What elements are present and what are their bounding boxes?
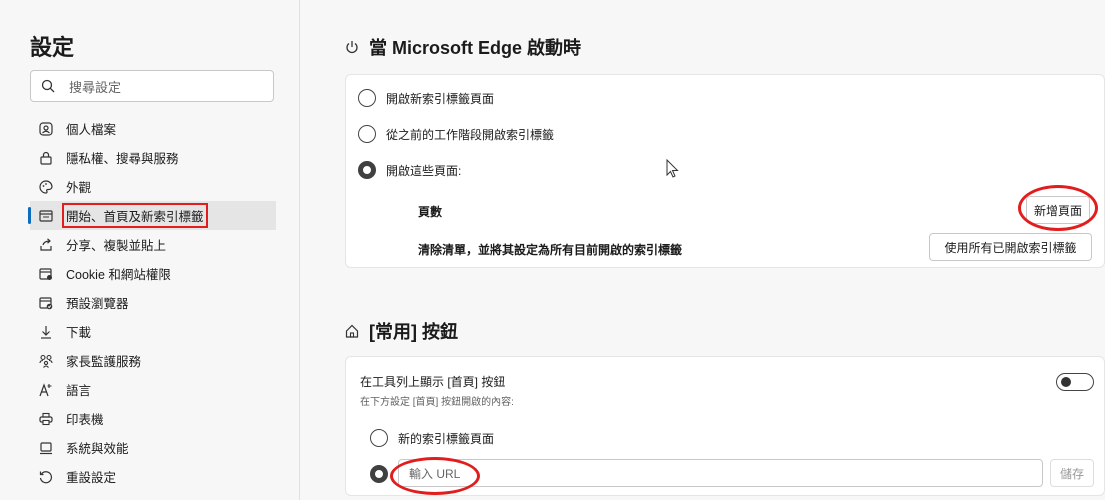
startup-section-heading: 當 Microsoft Edge 啟動時	[345, 34, 581, 60]
sidebar-item-label: Cookie 和網站權限	[66, 268, 171, 282]
radio-button[interactable]	[370, 429, 388, 447]
sidebar-item-label: 預設瀏覽器	[66, 297, 129, 311]
language-icon	[38, 382, 54, 398]
sidebar-item-appearance[interactable]: 外觀	[30, 172, 276, 201]
palette-icon	[38, 179, 54, 195]
annotation-circle	[390, 457, 480, 495]
toggle-knob	[1061, 377, 1071, 387]
sidebar-item-start-home-newtab[interactable]: 開始、首頁及新索引標籤	[28, 201, 276, 230]
sidebar-item-label: 個人檔案	[66, 123, 117, 137]
download-icon	[38, 324, 54, 340]
startup-card: 開啟新索引標籤頁面 從之前的工作階段開啟索引標籤 開啟這些頁面: 頁數 新增頁面…	[345, 74, 1105, 268]
annotation-highlight-box: 開始、首頁及新索引標籤	[62, 203, 208, 228]
sidebar-item-label: 開始、首頁及新索引標籤	[66, 210, 204, 224]
settings-sidebar: 設定 搜尋設定 個人檔案 隱私權、搜尋與服務 外觀 開始、首頁及新索引標籤 分享…	[0, 0, 300, 500]
home-option-label: 新的索引標籤頁面	[398, 431, 495, 446]
sidebar-item-downloads[interactable]: 下載	[30, 317, 276, 346]
startup-option-specific-pages[interactable]: 開啟這些頁面:	[358, 161, 461, 179]
show-home-button-description: 在下方設定 [首頁] 按鈕開啟的內容:	[360, 397, 514, 408]
startup-option-previous-session[interactable]: 從之前的工作階段開啟索引標籤	[358, 125, 554, 143]
profile-icon	[38, 121, 54, 137]
startup-option-label: 開啟這些頁面:	[386, 163, 462, 178]
sidebar-item-label: 印表機	[66, 413, 104, 427]
search-settings-input[interactable]: 搜尋設定	[30, 70, 274, 102]
home-url-input[interactable]: 輸入 URL	[398, 459, 1043, 487]
sidebar-item-printers[interactable]: 印表機	[30, 404, 276, 433]
startup-option-label: 開啟新索引標籤頁面	[386, 91, 495, 106]
default-browser-icon	[38, 295, 54, 311]
save-button[interactable]: 儲存	[1050, 459, 1094, 487]
sidebar-item-system[interactable]: 系統與效能	[30, 433, 276, 462]
sidebar-item-family[interactable]: 家長監護服務	[30, 346, 276, 375]
startup-heading-text: 當 Microsoft Edge 啟動時	[369, 38, 582, 58]
sidebar-item-share-copy-paste[interactable]: 分享、複製並貼上	[30, 230, 276, 259]
family-icon	[38, 353, 54, 369]
sidebar-item-label: 下載	[66, 326, 92, 340]
sidebar-item-cookies[interactable]: Cookie 和網站權限	[30, 259, 276, 288]
home-button-card: 在工具列上顯示 [首頁] 按鈕 在下方設定 [首頁] 按鈕開啟的內容: 新的索引…	[345, 356, 1105, 496]
radio-button[interactable]	[358, 89, 376, 107]
search-placeholder: 搜尋設定	[69, 79, 122, 95]
sidebar-item-label: 系統與效能	[66, 442, 129, 456]
startup-option-label: 從之前的工作階段開啟索引標籤	[386, 127, 555, 142]
site-permissions-icon	[38, 266, 54, 282]
power-icon	[345, 40, 359, 54]
settings-title: 設定	[30, 35, 75, 60]
sidebar-item-label: 分享、複製並貼上	[66, 239, 167, 253]
system-icon	[38, 440, 54, 456]
startup-option-new-tab[interactable]: 開啟新索引標籤頁面	[358, 89, 494, 107]
sidebar-item-label: 語言	[66, 384, 92, 398]
show-home-button-label: 在工具列上顯示 [首頁] 按鈕	[360, 375, 506, 389]
sidebar-item-reset[interactable]: 重設設定	[30, 462, 276, 491]
share-icon	[38, 237, 54, 253]
home-button-section-heading: [常用] 按鈕	[345, 318, 458, 344]
sidebar-item-label: 重設設定	[66, 471, 117, 485]
lock-icon	[38, 150, 54, 166]
pages-label: 頁數	[418, 205, 443, 219]
radio-button-selected[interactable]	[358, 161, 376, 179]
sidebar-item-label: 隱私權、搜尋與服務	[66, 152, 179, 166]
printer-icon	[38, 411, 54, 427]
annotation-circle	[1018, 185, 1098, 231]
show-home-button-toggle[interactable]	[1056, 373, 1094, 391]
sidebar-item-languages[interactable]: 語言	[30, 375, 276, 404]
settings-content: 當 Microsoft Edge 啟動時 開啟新索引標籤頁面 從之前的工作階段開…	[300, 0, 1105, 500]
sidebar-item-label: 外觀	[66, 181, 92, 195]
reset-icon	[38, 469, 54, 485]
home-option-new-tab[interactable]: 新的索引標籤頁面	[370, 429, 494, 447]
use-all-open-tabs-button[interactable]: 使用所有已開啟索引標籤	[929, 233, 1092, 261]
start-page-icon	[38, 208, 54, 224]
sidebar-item-privacy[interactable]: 隱私權、搜尋與服務	[30, 143, 276, 172]
search-icon	[41, 79, 55, 93]
radio-button-selected[interactable]	[370, 465, 388, 483]
home-icon	[345, 324, 359, 338]
sidebar-item-default-browser[interactable]: 預設瀏覽器	[30, 288, 276, 317]
settings-nav: 個人檔案 隱私權、搜尋與服務 外觀 開始、首頁及新索引標籤 分享、複製並貼上 C…	[28, 114, 276, 491]
mouse-cursor-icon	[666, 159, 679, 178]
sidebar-item-label: 家長監護服務	[66, 355, 142, 369]
clear-list-text: 清除清單，並將其設定為所有目前開啟的索引標籤	[418, 243, 683, 257]
radio-button[interactable]	[358, 125, 376, 143]
sidebar-item-profiles[interactable]: 個人檔案	[30, 114, 276, 143]
home-button-heading-text: [常用] 按鈕	[369, 322, 458, 342]
